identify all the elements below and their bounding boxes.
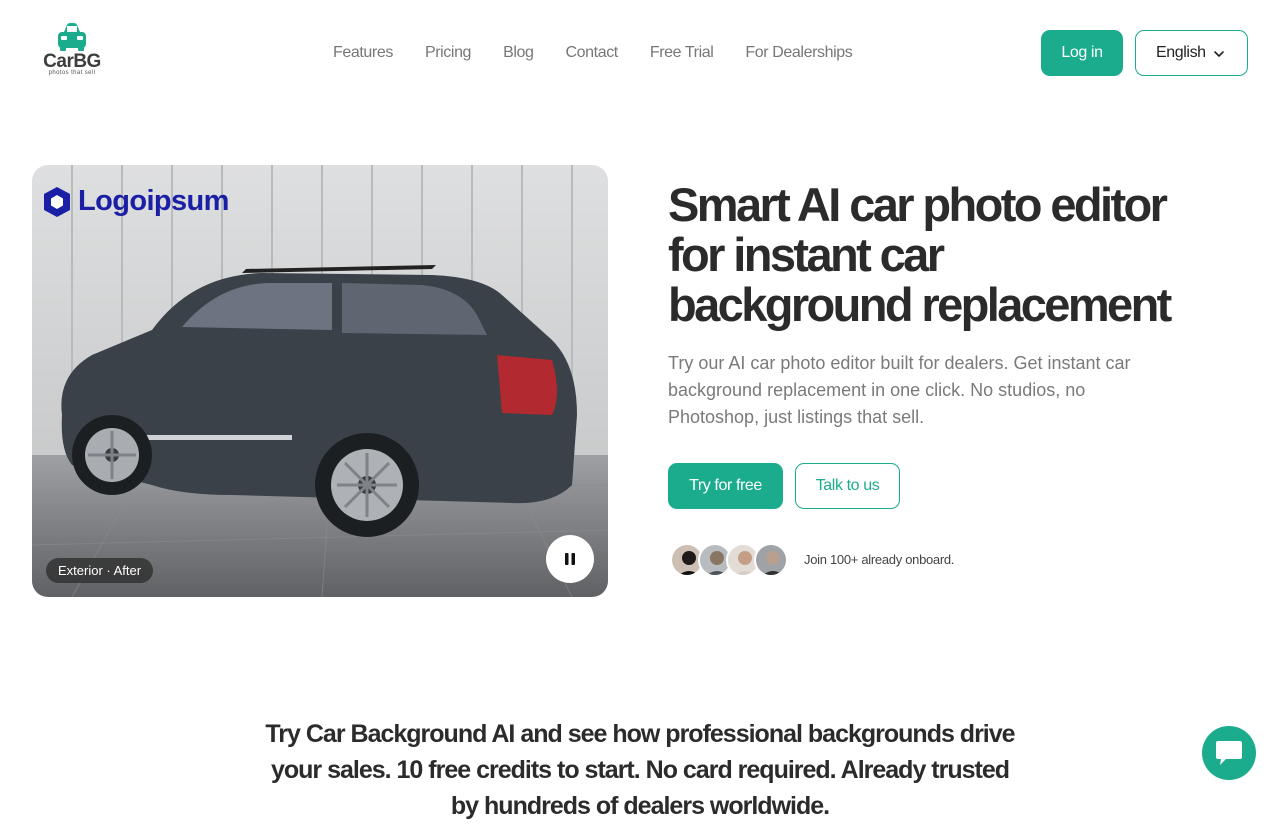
hero-car-image: Logoipsum Exterior · After	[32, 165, 608, 597]
brand-tagline: photos that sell	[48, 70, 96, 76]
chat-widget-button[interactable]	[1202, 726, 1256, 780]
nav-item-free-trial[interactable]: Free Trial	[650, 42, 714, 64]
brand-name: CarBG	[43, 51, 101, 72]
language-value: English	[1156, 44, 1206, 61]
nav-item-blog[interactable]: Blog	[503, 42, 534, 64]
nav-item-for-dealerships[interactable]: For Dealerships	[745, 42, 852, 64]
car-photo	[32, 165, 608, 597]
hero-title: Smart AI car photo editor for instant ca…	[668, 178, 1172, 331]
talk-to-us-button[interactable]: Talk to us	[795, 463, 900, 509]
photo-caption-badge: Exterior · After	[46, 558, 154, 583]
site-header: CarBG photos that sell Features Pricing …	[0, 0, 1280, 106]
nav-item-pricing[interactable]: Pricing	[425, 42, 472, 64]
logoipsum-mark-icon	[44, 186, 70, 217]
hero-subtitle: Try our AI car photo editor built for de…	[668, 353, 1131, 427]
nav-item-features[interactable]: Features	[333, 42, 393, 64]
avatar	[754, 543, 788, 577]
language-select[interactable]: English	[1135, 30, 1248, 76]
main-nav: Features Pricing Blog Contact Free Trial…	[333, 42, 884, 64]
chat-icon	[1216, 741, 1242, 765]
login-button[interactable]: Log in	[1041, 30, 1123, 76]
brand-logo[interactable]: CarBG photos that sell	[40, 22, 104, 82]
watermark-logo: Logoipsum	[42, 185, 229, 218]
try-for-free-button[interactable]: Try for free	[668, 463, 783, 509]
section-heading: Try Car Background AI and see how profes…	[265, 720, 1015, 820]
pause-icon	[565, 553, 575, 565]
customer-avatars	[670, 543, 788, 577]
car-logo-icon	[58, 23, 86, 51]
watermark-text: Logoipsum	[78, 185, 229, 217]
chevron-down-icon	[1214, 51, 1224, 57]
nav-item-contact[interactable]: Contact	[566, 42, 619, 64]
pause-button[interactable]	[546, 535, 594, 583]
social-proof-text: Join 100+ already onboard.	[804, 552, 955, 567]
